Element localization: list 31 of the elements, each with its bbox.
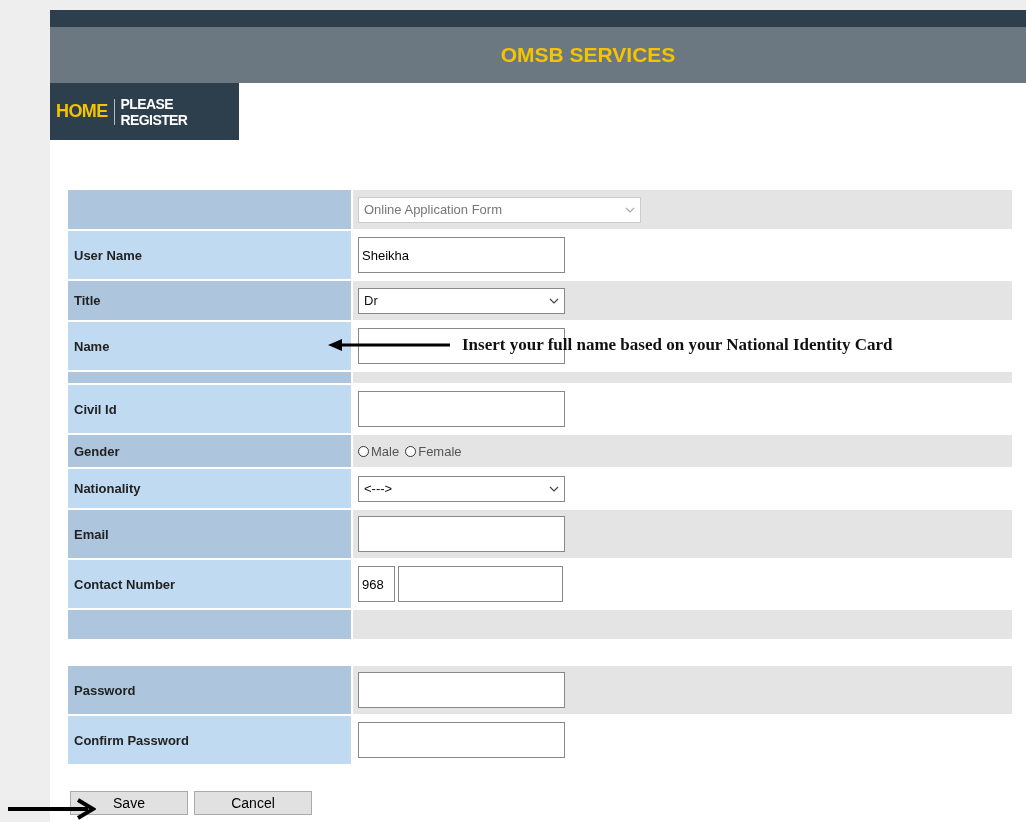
chevron-icon: [625, 206, 635, 213]
field-label: Nationality: [74, 481, 141, 496]
field-label: Contact Number: [74, 576, 176, 592]
nav-link[interactable]: HOME: [56, 101, 108, 122]
chevron-icon: [549, 297, 559, 304]
field-label: Password: [74, 682, 136, 698]
site-title: OMSB SERVICES: [500, 43, 676, 67]
field-label: Name: [74, 338, 110, 354]
arrow-icon: [328, 339, 452, 351]
field-label: Gender: [74, 443, 120, 459]
field-label: Title: [74, 293, 101, 308]
form-button[interactable]: Cancel: [194, 791, 312, 815]
radio-option[interactable]: Female: [405, 443, 462, 459]
input-field[interactable]: [358, 516, 565, 552]
input-field[interactable]: [358, 391, 565, 427]
form-button[interactable]: Save: [70, 791, 188, 815]
field-label: Civil Id: [74, 401, 117, 417]
input-field[interactable]: Sheikha: [358, 237, 565, 273]
chevron-icon: [549, 485, 559, 492]
input-field[interactable]: [358, 672, 565, 708]
radio-option[interactable]: Male: [358, 443, 400, 459]
country-code-field[interactable]: 968: [358, 566, 395, 602]
field-label: User Name: [74, 247, 142, 263]
nav-link[interactable]: PLEASE REGISTER: [120, 95, 239, 128]
input-field[interactable]: [358, 722, 565, 758]
field-label: Email: [74, 526, 109, 542]
phone-field[interactable]: [398, 566, 563, 602]
annotation-text: Insert your full name based on your National Identity Card: [462, 335, 893, 355]
field-label: Confirm Password: [74, 732, 189, 748]
dropdown[interactable]: Dr: [358, 287, 565, 314]
dropdown[interactable]: <--->: [358, 475, 565, 502]
